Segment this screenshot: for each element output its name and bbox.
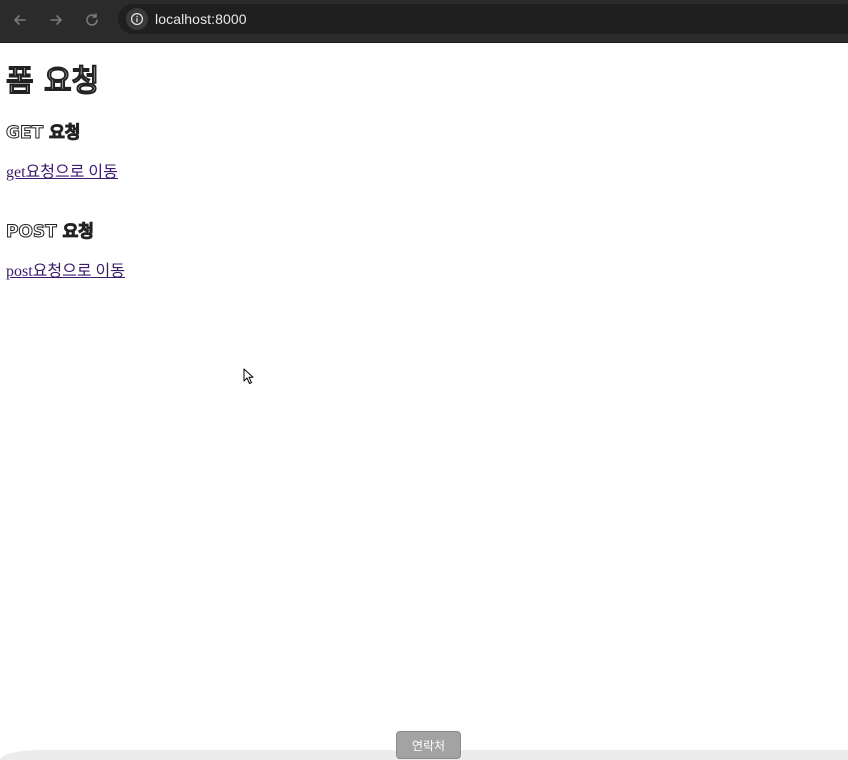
url-text[interactable]: localhost:8000 <box>155 11 247 27</box>
mouse-cursor-icon <box>243 368 254 384</box>
arrow-left-icon <box>14 15 26 25</box>
get-section-heading: GET 요청 <box>5 123 81 144</box>
arrow-right-icon <box>50 15 62 25</box>
contact-button[interactable]: 연락처 <box>396 731 461 759</box>
post-request-link[interactable]: post요청으로 이동 <box>6 262 125 282</box>
forward-button[interactable] <box>44 8 68 32</box>
address-bar[interactable]: localhost:8000 <box>118 4 848 34</box>
page-title: 폼 요청 <box>5 64 100 100</box>
site-info-button[interactable] <box>126 8 148 30</box>
browser-toolbar: localhost:8000 <box>0 0 848 43</box>
reload-button[interactable] <box>80 8 104 32</box>
info-icon <box>130 12 144 26</box>
back-button[interactable] <box>8 8 32 32</box>
reload-icon <box>86 13 98 26</box>
get-request-link[interactable]: get요청으로 이동 <box>6 163 118 183</box>
post-section-heading: POST 요청 <box>6 222 95 243</box>
